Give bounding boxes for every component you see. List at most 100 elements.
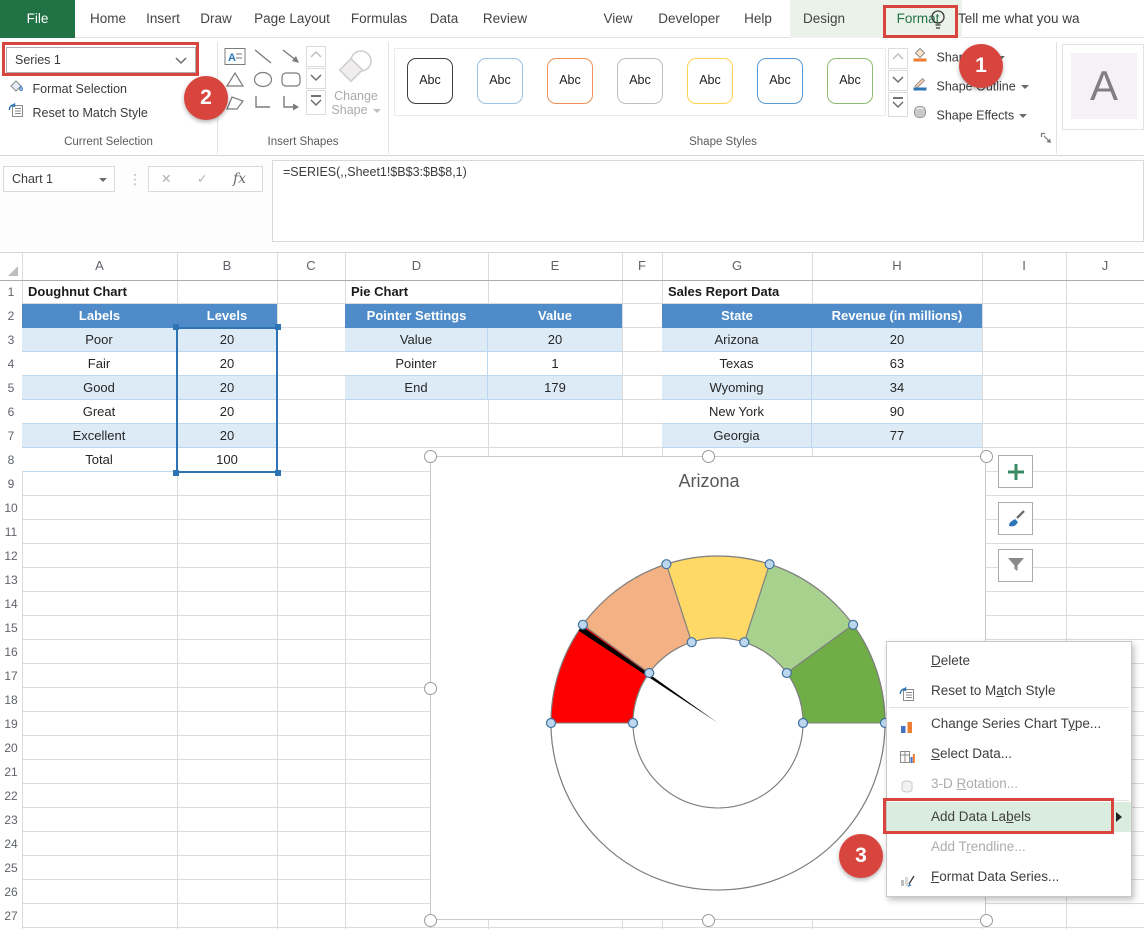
row-header-27[interactable]: 27 (0, 904, 22, 928)
row-header-7[interactable]: 7 (0, 424, 22, 448)
table-cell[interactable]: Total (22, 448, 177, 472)
tab-view[interactable]: View (598, 0, 638, 38)
tab-review[interactable]: Review (478, 0, 532, 38)
table-cell[interactable]: Fair (22, 352, 177, 376)
shape-style-preset-1[interactable]: Abc (407, 58, 453, 104)
name-box-dropdown-icon[interactable] (99, 178, 107, 182)
formula-bar-splitter[interactable]: ⋮ (128, 166, 138, 192)
tab-file[interactable]: File (0, 0, 75, 38)
column-header-B[interactable]: B (177, 252, 277, 280)
shape-styles-dialog-launcher-icon[interactable] (1040, 132, 1053, 150)
wordart-style-preview[interactable]: A (1062, 44, 1144, 130)
menu-item-delete[interactable]: Delete (887, 646, 1131, 676)
tab-help[interactable]: Help (740, 0, 776, 38)
row-header-21[interactable]: 21 (0, 760, 22, 784)
column-header-E[interactable]: E (488, 252, 622, 280)
row-header-17[interactable]: 17 (0, 664, 22, 688)
table-cell[interactable]: 20 (488, 328, 622, 352)
format-selection-button[interactable]: Format Selection (8, 78, 127, 98)
column-header-A[interactable]: A (22, 252, 177, 280)
elbow-connector-icon[interactable] (250, 92, 276, 115)
row-header-4[interactable]: 4 (0, 352, 22, 376)
tab-data[interactable]: Data (424, 0, 464, 38)
data-point-handle[interactable] (547, 719, 556, 728)
shape-style-preset-5[interactable]: Abc (687, 58, 733, 104)
chart-resize-handle[interactable] (424, 682, 437, 695)
tab-home[interactable]: Home (85, 0, 131, 38)
row-header-8[interactable]: 8 (0, 448, 22, 472)
shape-style-preset-3[interactable]: Abc (547, 58, 593, 104)
row-header-11[interactable]: 11 (0, 520, 22, 544)
row-header-10[interactable]: 10 (0, 496, 22, 520)
table-cell[interactable]: Excellent (22, 424, 177, 448)
table-cell[interactable]: Pointer (345, 352, 488, 376)
chart-resize-handle[interactable] (702, 914, 715, 927)
table-cell[interactable]: 20 (812, 328, 982, 352)
column-header-I[interactable]: I (982, 252, 1066, 280)
table-cell[interactable]: 90 (812, 400, 982, 424)
data-point-handle[interactable] (765, 560, 774, 569)
row-header-18[interactable]: 18 (0, 688, 22, 712)
table-header-cell[interactable]: Pointer Settings (345, 304, 488, 328)
row-header-23[interactable]: 23 (0, 808, 22, 832)
table-cell[interactable]: Good (22, 376, 177, 400)
row-header-20[interactable]: 20 (0, 736, 22, 760)
table-cell[interactable]: Poor (22, 328, 177, 352)
table-header-cell[interactable]: Labels (22, 304, 177, 328)
elbow-arrow-connector-icon[interactable] (278, 92, 304, 115)
shapes-gallery-up-icon[interactable] (306, 46, 326, 67)
menu-item-reset-to-match-style[interactable]: Reset to Match Style (887, 676, 1131, 706)
menu-item-select-data[interactable]: Select Data... (887, 739, 1131, 769)
chart-resize-handle[interactable] (702, 450, 715, 463)
table-header-cell[interactable]: Levels (177, 304, 277, 328)
table-header-cell[interactable]: Revenue (in millions) (812, 304, 982, 328)
data-point-handle[interactable] (578, 620, 587, 629)
row-header-15[interactable]: 15 (0, 616, 22, 640)
chart-resize-handle[interactable] (980, 450, 993, 463)
chart-resize-handle[interactable] (424, 450, 437, 463)
select-all-corner[interactable] (0, 252, 22, 280)
column-header-C[interactable]: C (277, 252, 345, 280)
tab-page-layout[interactable]: Page Layout (250, 0, 334, 38)
row-header-3[interactable]: 3 (0, 328, 22, 352)
cancel-icon[interactable]: ✕ (161, 167, 171, 191)
shapes-gallery-down-icon[interactable] (306, 68, 326, 89)
table-cell[interactable]: Texas (662, 352, 812, 376)
table-cell[interactable]: Arizona (662, 328, 812, 352)
row-header-9[interactable]: 9 (0, 472, 22, 496)
doughnut-table-title[interactable]: Doughnut Chart (22, 280, 177, 304)
data-point-handle[interactable] (799, 719, 808, 728)
chart-filters-button[interactable] (998, 549, 1033, 582)
column-header-D[interactable]: D (345, 252, 488, 280)
menu-item-change-series-chart-type[interactable]: Change Series Chart Type... (887, 709, 1131, 739)
table-cell[interactable]: 1 (488, 352, 622, 376)
range-handle[interactable] (275, 470, 281, 476)
tab-formulas[interactable]: Formulas (348, 0, 410, 38)
table-cell[interactable]: New York (662, 400, 812, 424)
name-box[interactable]: Chart 1 (3, 166, 115, 192)
table-cell[interactable]: 63 (812, 352, 982, 376)
range-handle[interactable] (173, 324, 179, 330)
tell-me-search[interactable]: Tell me what you wa (958, 0, 1144, 38)
shapes-gallery-more-icon[interactable] (306, 90, 326, 115)
shape-style-preset-6[interactable]: Abc (757, 58, 803, 104)
row-header-24[interactable]: 24 (0, 832, 22, 856)
text-box-shape-icon[interactable]: A (222, 46, 248, 69)
row-header-6[interactable]: 6 (0, 400, 22, 424)
range-handle[interactable] (275, 324, 281, 330)
arrow-shape-icon[interactable] (278, 46, 304, 69)
insert-function-icon[interactable]: fx (233, 167, 246, 191)
data-point-handle[interactable] (740, 638, 749, 647)
shape-effects-button[interactable]: Shape Effects (912, 104, 1027, 126)
table-cell[interactable]: 179 (488, 376, 622, 400)
reset-to-match-style-button[interactable]: Reset to Match Style (8, 102, 148, 122)
column-header-F[interactable]: F (622, 252, 662, 280)
data-point-handle[interactable] (782, 669, 791, 678)
tab-insert[interactable]: Insert (140, 0, 186, 38)
menu-item-format-data-series[interactable]: Format Data Series... (887, 862, 1131, 892)
tab-draw[interactable]: Draw (196, 0, 236, 38)
column-header-G[interactable]: G (662, 252, 812, 280)
range-handle[interactable] (173, 470, 179, 476)
row-header-19[interactable]: 19 (0, 712, 22, 736)
column-header-J[interactable]: J (1066, 252, 1144, 280)
